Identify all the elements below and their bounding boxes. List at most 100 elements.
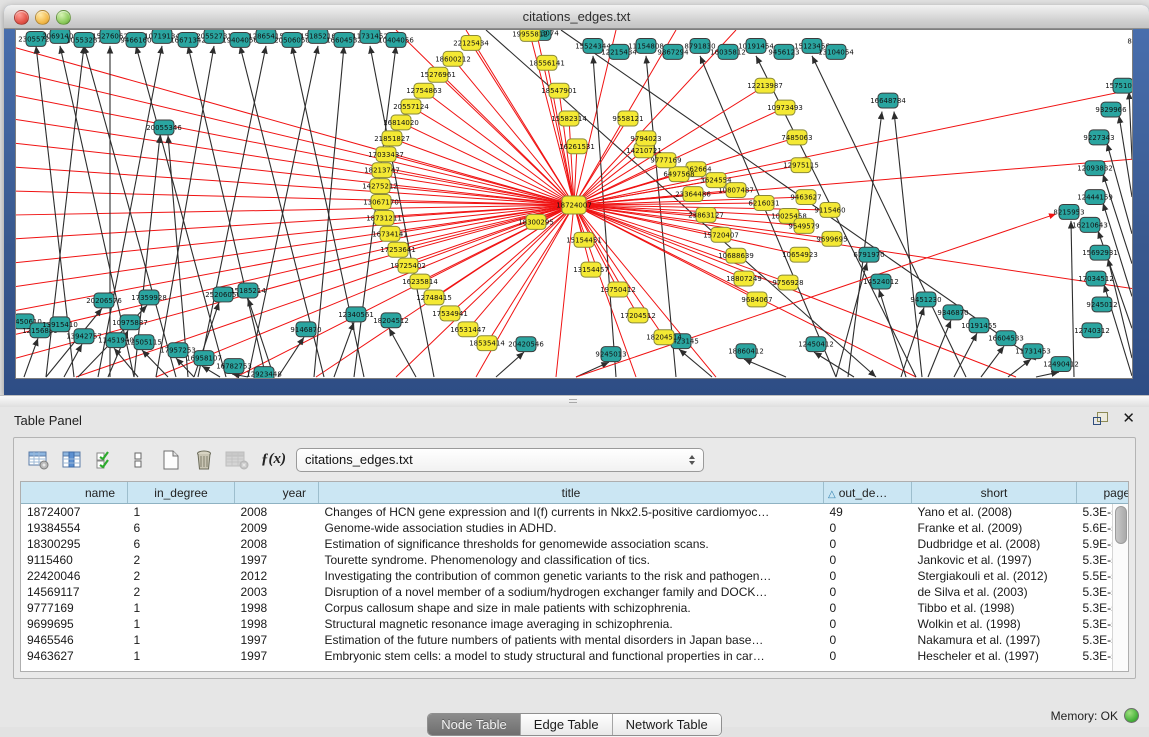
graph-node-yellow[interactable]: 13154457: [573, 262, 609, 277]
cell-short[interactable]: de Silva et al. (2003): [912, 584, 1077, 600]
float-panel-icon[interactable]: [1093, 412, 1108, 426]
cell-year[interactable]: 1997: [235, 632, 319, 648]
graph-node-teal[interactable]: 10975887: [112, 315, 148, 330]
cell-name[interactable]: 22420046: [21, 568, 128, 584]
graph-node-teal[interactable]: 10191455: [961, 318, 997, 333]
graph-node-yellow[interactable]: 9699695: [816, 231, 847, 246]
graph-edge-black[interactable]: [981, 346, 1004, 377]
delete-column-icon[interactable]: [189, 445, 219, 475]
graph-node-yellow[interactable]: 9756928: [772, 275, 803, 290]
graph-edge-black[interactable]: [1119, 116, 1132, 198]
graph-edge-red[interactable]: [16, 119, 574, 205]
graph-node-yellow[interactable]: 10654923: [782, 247, 818, 262]
cell-name[interactable]: 14569117: [21, 584, 128, 600]
graph-node-teal[interactable]: 12740312: [1074, 323, 1110, 338]
cell-short[interactable]: Yano et al. (2008): [912, 504, 1077, 521]
graph-edge-black[interactable]: [879, 290, 906, 377]
cell-title[interactable]: Tourette syndrome. Phenomenology and cla…: [319, 552, 824, 568]
graph-edge-red[interactable]: [16, 167, 574, 205]
graph-node-teal[interactable]: 9245012: [1086, 297, 1117, 312]
column-header-out_degree[interactable]: △out_de…: [824, 482, 912, 504]
cell-out_degree[interactable]: 0: [824, 648, 912, 664]
tab-network-table[interactable]: Network Table: [613, 714, 721, 735]
graph-node-teal[interactable]: 20420546: [508, 337, 544, 352]
graph-edge-black[interactable]: [168, 135, 188, 377]
cell-name[interactable]: 9777169: [21, 600, 128, 616]
graph-node-teal[interactable]: 9245013: [595, 347, 626, 362]
graph-node-yellow[interactable]: 16531447: [450, 322, 486, 337]
graph-node-teal[interactable]: 9346870: [937, 305, 968, 320]
graph-edge-black[interactable]: [334, 322, 354, 377]
graph-node-yellow[interactable]: 9463627: [790, 190, 821, 205]
graph-edge-red[interactable]: [398, 205, 574, 250]
table-row[interactable]: 2242004622012Investigating the contribut…: [21, 568, 1129, 584]
graph-node-teal[interactable]: 13942757: [66, 329, 102, 344]
cell-year[interactable]: 1997: [235, 552, 319, 568]
graph-node-teal[interactable]: 16604533: [988, 331, 1024, 346]
graph-edge-red[interactable]: [16, 205, 574, 287]
cell-in_degree[interactable]: 2: [128, 552, 235, 568]
cell-out_degree[interactable]: 49: [824, 504, 912, 521]
graph-node-teal[interactable]: 12444159: [1077, 190, 1113, 205]
cell-short[interactable]: Hescheler et al. (1997): [912, 648, 1077, 664]
graph-node-yellow[interactable]: 18556141: [529, 55, 565, 70]
graph-edge-black[interactable]: [1107, 143, 1132, 233]
graph-node-teal[interactable]: 12450412: [798, 337, 834, 352]
cell-year[interactable]: 1997: [235, 648, 319, 664]
cell-out_degree[interactable]: 0: [824, 616, 912, 632]
column-header-name[interactable]: name: [21, 482, 128, 504]
cell-short[interactable]: Wolkin et al. (1998): [912, 616, 1077, 632]
graph-edge-red[interactable]: [16, 96, 574, 205]
graph-edge-black[interactable]: [744, 359, 786, 377]
table-row[interactable]: 977716911998Corpus callosum shape and si…: [21, 600, 1129, 616]
cell-title[interactable]: Estimation of the future numbers of pati…: [319, 632, 824, 648]
graph-edge-black[interactable]: [894, 112, 922, 377]
graph-node-teal[interactable]: 8813014: [1127, 33, 1132, 48]
column-header-title[interactable]: title: [319, 482, 824, 504]
graph-node-yellow[interactable]: 12748415: [416, 290, 452, 305]
cell-year[interactable]: 2008: [235, 536, 319, 552]
cell-in_degree[interactable]: 2: [128, 584, 235, 600]
graph-edge-black[interactable]: [928, 320, 951, 377]
column-header-year[interactable]: year: [235, 482, 319, 504]
cell-title[interactable]: Disruption of a novel member of a sodium…: [319, 584, 824, 600]
graph-edge-red[interactable]: [408, 205, 574, 266]
graph-node-yellow[interactable]: 16814020: [383, 115, 419, 130]
graph-node-yellow[interactable]: 23364486: [675, 187, 711, 202]
cell-title[interactable]: Investigating the contribution of common…: [319, 568, 824, 584]
window-titlebar[interactable]: citations_edges.txt: [4, 5, 1149, 29]
cell-year[interactable]: 2003: [235, 584, 319, 600]
tab-edge-table[interactable]: Edge Table: [521, 714, 613, 735]
graph-node-yellow[interactable]: 21851827: [374, 131, 410, 146]
cell-short[interactable]: Franke et al. (2009): [912, 520, 1077, 536]
table-row[interactable]: 1830029562008Estimation of significance …: [21, 536, 1129, 552]
cell-title[interactable]: Corpus callosum shape and size in male p…: [319, 600, 824, 616]
cell-out_degree[interactable]: 0: [824, 600, 912, 616]
cell-year[interactable]: 2009: [235, 520, 319, 536]
column-visibility-icon[interactable]: [57, 445, 87, 475]
table-settings-icon[interactable]: [24, 445, 54, 475]
graph-node-yellow[interactable]: 19725402: [390, 258, 426, 273]
cell-title[interactable]: Estimation of significance thresholds fo…: [319, 536, 824, 552]
cell-in_degree[interactable]: 2: [128, 568, 235, 584]
graph-node-teal[interactable]: 9227343: [1083, 130, 1114, 145]
graph-edge-black[interactable]: [1036, 372, 1059, 377]
column-header-short[interactable]: short: [912, 482, 1077, 504]
graph-node-yellow[interactable]: 20557124: [393, 99, 429, 114]
graph-node-yellow[interactable]: 12213987: [747, 78, 783, 93]
graph-node-teal[interactable]: 17034512: [1078, 271, 1114, 286]
function-builder-icon[interactable]: ƒ(x): [261, 451, 286, 468]
memory-status-indicator[interactable]: [1124, 708, 1139, 723]
graph-node-yellow[interactable]: 18535414: [469, 336, 505, 351]
close-panel-icon[interactable]: ✕: [1122, 412, 1135, 426]
table-row[interactable]: 911546021997Tourette syndrome. Phenomeno…: [21, 552, 1129, 568]
table-selector-dropdown[interactable]: citations_edges.txt: [296, 448, 704, 472]
graph-node-yellow[interactable]: 19750412: [600, 282, 636, 297]
cell-short[interactable]: Stergiakouli et al. (2012): [912, 568, 1077, 584]
cell-short[interactable]: Dudbridge et al. (2008): [912, 536, 1077, 552]
graph-edge-black[interactable]: [496, 352, 524, 377]
graph-node-teal[interactable]: 9451230: [910, 292, 941, 307]
cell-in_degree[interactable]: 1: [128, 616, 235, 632]
cell-year[interactable]: 1998: [235, 600, 319, 616]
graph-node-teal[interactable]: 20206576: [86, 293, 122, 308]
